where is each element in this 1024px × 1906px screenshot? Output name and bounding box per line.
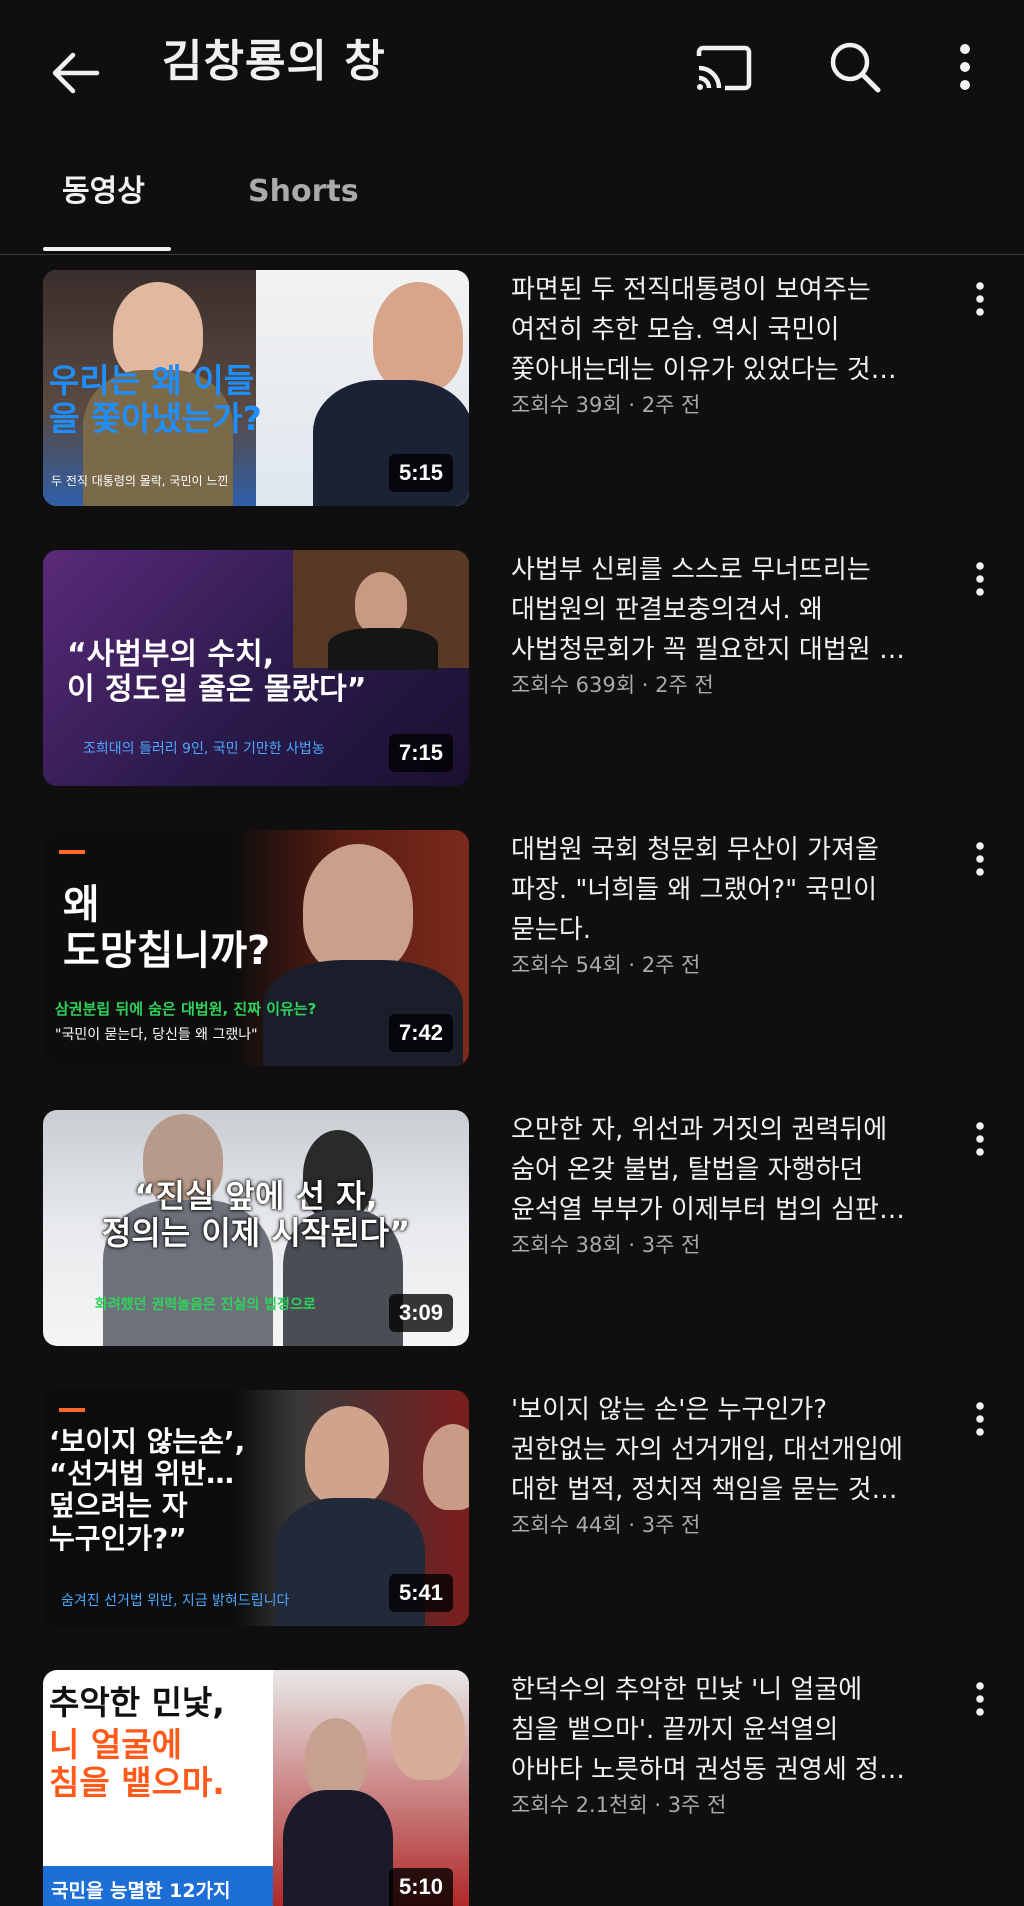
thumbnail-subcaption-2: "국민이 묻는다, 당신들 왜 그랬나" — [55, 1027, 258, 1043]
person-figure — [303, 844, 413, 974]
video-title[interactable]: 오만한 자, 위선과 거짓의 권력뒤에 숨어 온갖 불법, 탈법을 자행하던 윤… — [511, 1110, 941, 1230]
duration-badge: 3:09 — [388, 1294, 453, 1332]
video-thumbnail[interactable]: “사법부의 수치, 이 정도일 줄은 몰랐다” 조희대의 들러리 9인, 국민 … — [43, 550, 469, 786]
tab-videos[interactable]: 동영상 — [62, 170, 145, 214]
person-figure — [305, 1718, 367, 1798]
channel-title: 김창룡의 창 — [162, 36, 386, 87]
video-thumbnail[interactable]: 추악한 민낯, 니 얼굴에 침을 뱉으마. 국민을 능멸한 12가지 5:10 — [43, 1670, 469, 1906]
video-thumbnail[interactable]: “진실 앞에 선 자, 정의는 이제 시작된다” 화려했던 권력놀음은 진실의 … — [43, 1110, 469, 1346]
video-thumbnail[interactable]: ‘보이지 않는손’, “선거법 위반… 덮으려는 자 누구인가?” 숨겨진 선거… — [43, 1390, 469, 1626]
video-item[interactable]: ‘보이지 않는손’, “선거법 위반… 덮으려는 자 누구인가?” 숨겨진 선거… — [0, 1390, 1024, 1626]
accent-bar — [59, 850, 85, 854]
video-title[interactable]: 대법원 국회 청문회 무산이 가져올 파장. "너희들 왜 그랬어?" 국민이 … — [511, 830, 941, 950]
more-vert-icon[interactable] — [960, 274, 1000, 324]
person-figure — [283, 1790, 393, 1906]
video-meta: 조회수 39회 · 2주 전 — [511, 393, 701, 417]
video-thumbnail[interactable]: 우리는 왜 이들 을 쫓아냈는가? 두 전직 대통령의 몰락, 국민이 느낀 5… — [43, 270, 469, 506]
video-item[interactable]: “진실 앞에 선 자, 정의는 이제 시작된다” 화려했던 권력놀음은 진실의 … — [0, 1110, 1024, 1346]
back-arrow-icon[interactable] — [40, 38, 110, 108]
video-title[interactable]: 사법부 신뢰를 스스로 무너뜨리는 대법원의 판결보충의견서. 왜 사법청문회가… — [511, 550, 941, 670]
thumbnail-caption: 우리는 왜 이들 을 쫓아냈는가? — [49, 361, 262, 438]
video-meta: 조회수 639회 · 2주 전 — [511, 673, 714, 697]
video-meta: 조회수 44회 · 3주 전 — [511, 1513, 701, 1537]
duration-badge: 5:15 — [388, 454, 453, 492]
person-figure — [305, 1406, 389, 1506]
person-figure — [355, 572, 407, 634]
thumbnail-subcaption: 국민을 능멸한 12가지 — [51, 1880, 231, 1902]
search-icon[interactable] — [820, 32, 890, 102]
person-figure — [373, 282, 463, 392]
thumbnail-caption: “사법부의 수치, 이 정도일 줄은 몰랐다” — [67, 637, 367, 707]
cast-icon[interactable] — [690, 34, 758, 102]
more-vert-icon[interactable] — [940, 32, 990, 102]
video-title[interactable]: 한덕수의 추악한 민낯 '니 얼굴에 침을 뱉으마'. 끝까지 윤석열의 아바타… — [511, 1670, 941, 1790]
more-vert-icon[interactable] — [960, 1114, 1000, 1164]
more-vert-icon[interactable] — [960, 834, 1000, 884]
video-thumbnail[interactable]: 왜 도망칩니까? 삼권분립 뒤에 숨은 대법원, 진짜 이유는? "국민이 묻는… — [43, 830, 469, 1066]
accent-bar — [59, 1408, 85, 1412]
more-vert-icon[interactable] — [960, 1674, 1000, 1724]
thumbnail-subcaption: 삼권분립 뒤에 숨은 대법원, 진짜 이유는? — [55, 1000, 317, 1018]
thumbnail-caption: ‘보이지 않는손’, “선거법 위반… 덮으려는 자 누구인가?” — [49, 1425, 246, 1555]
person-figure — [391, 1684, 465, 1780]
channel-tabs: 동영상 Shorts — [0, 140, 1024, 255]
top-app-bar: 김창룡의 창 — [0, 0, 1024, 125]
video-item[interactable]: 추악한 민낯, 니 얼굴에 침을 뱉으마. 국민을 능멸한 12가지 5:10 … — [0, 1670, 1024, 1906]
tab-shorts[interactable]: Shorts — [248, 170, 359, 214]
thumbnail-subcaption: 두 전직 대통령의 몰락, 국민이 느낀 — [51, 474, 229, 488]
more-vert-icon[interactable] — [960, 554, 1000, 604]
duration-badge: 5:41 — [388, 1574, 453, 1612]
more-vert-icon[interactable] — [960, 1394, 1000, 1444]
thumbnail-caption: “진실 앞에 선 자, 정의는 이제 시작된다” — [101, 1177, 411, 1252]
video-meta: 조회수 2.1천회 · 3주 전 — [511, 1793, 727, 1817]
person-figure — [423, 1424, 469, 1510]
video-title[interactable]: '보이지 않는 손'은 누구인가? 권한없는 자의 선거개입, 대선개입에 대한… — [511, 1390, 941, 1510]
video-item[interactable]: 왜 도망칩니까? 삼권분립 뒤에 숨은 대법원, 진짜 이유는? "국민이 묻는… — [0, 830, 1024, 1066]
video-item[interactable]: “사법부의 수치, 이 정도일 줄은 몰랐다” 조희대의 들러리 9인, 국민 … — [0, 550, 1024, 786]
thumbnail-subcaption: 숨겨진 선거법 위반, 지금 밝혀드립니다 — [61, 1593, 290, 1609]
video-meta: 조회수 54회 · 2주 전 — [511, 953, 701, 977]
thumbnail-caption: 추악한 민낯, — [49, 1683, 225, 1722]
thumbnail-caption-highlight: 니 얼굴에 침을 뱉으마. — [49, 1725, 225, 1802]
thumbnail-subcaption: 화려했던 권력놀음은 진실의 법정으로 — [95, 1297, 316, 1313]
duration-badge: 5:10 — [388, 1868, 453, 1906]
video-meta: 조회수 38회 · 3주 전 — [511, 1233, 701, 1257]
thumbnail-subcaption: 조희대의 들러리 9인, 국민 기만한 사법농 — [83, 741, 325, 757]
thumbnail-caption: 왜 도망칩니까? — [63, 882, 271, 974]
duration-badge: 7:15 — [388, 734, 453, 772]
active-tab-indicator — [43, 247, 171, 251]
duration-badge: 7:42 — [388, 1014, 453, 1052]
video-item[interactable]: 우리는 왜 이들 을 쫓아냈는가? 두 전직 대통령의 몰락, 국민이 느낀 5… — [0, 270, 1024, 506]
video-title[interactable]: 파면된 두 전직대통령이 보여주는 여전히 추한 모습. 역시 국민이 쫓아내는… — [511, 270, 941, 390]
